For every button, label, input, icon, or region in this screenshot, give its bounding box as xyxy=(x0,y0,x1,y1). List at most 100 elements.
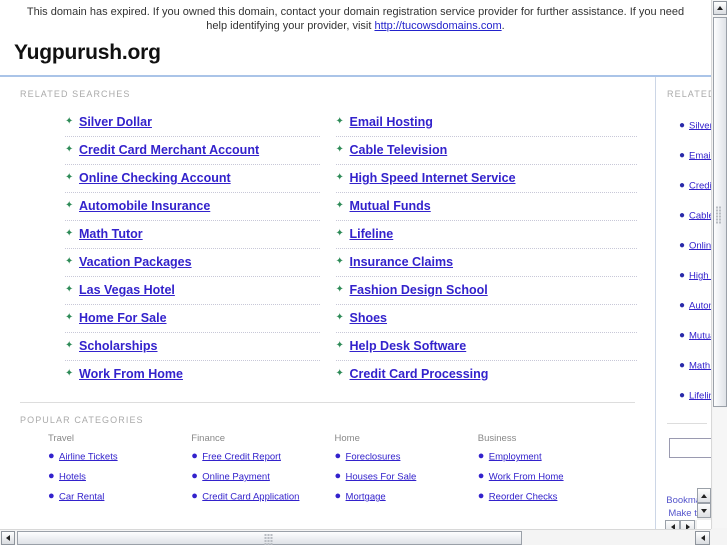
sidebar-related-item[interactable]: ●Credit Card Merchant Account xyxy=(679,171,711,201)
sidebar-related-item[interactable]: ●Email Hosting xyxy=(679,141,711,171)
related-search-item[interactable]: ✦ Math Tutor xyxy=(65,221,320,249)
vertical-scrollbar-track[interactable] xyxy=(713,408,727,528)
sidebar-related-link[interactable]: Online Checking Account xyxy=(689,240,711,251)
sidebar-related-link[interactable]: Mutual Funds xyxy=(689,330,711,341)
related-search-item[interactable]: ✦ Home For Sale xyxy=(65,305,320,333)
related-search-link[interactable]: Help Desk Software xyxy=(350,339,467,353)
sidebar-scroll-left-button[interactable] xyxy=(665,520,680,529)
related-search-link[interactable]: Credit Card Merchant Account xyxy=(79,143,259,157)
sidebar-related-item[interactable]: ●Silver Dollar xyxy=(679,111,711,141)
category-item[interactable]: ● Online Payment xyxy=(191,467,334,487)
related-search-item[interactable]: ✦ Lifeline xyxy=(335,221,637,249)
sidebar-frame-vertical-scrollbar[interactable] xyxy=(697,488,711,520)
related-search-item[interactable]: ✦ Cable Television xyxy=(335,137,637,165)
related-search-item[interactable]: ✦ Help Desk Software xyxy=(335,333,637,361)
sidebar-related-link[interactable]: Math Tutor xyxy=(689,360,711,371)
related-search-item[interactable]: ✦ Las Vegas Hotel xyxy=(65,277,320,305)
sidebar-related-item[interactable]: ●High Speed Internet Service xyxy=(679,261,711,291)
horizontal-scrollbar[interactable] xyxy=(0,529,727,545)
related-search-item[interactable]: ✦ High Speed Internet Service xyxy=(335,165,637,193)
related-search-link[interactable]: Online Checking Account xyxy=(79,171,231,185)
category-link[interactable]: Airline Tickets xyxy=(59,451,118,462)
related-search-item[interactable]: ✦ Insurance Claims xyxy=(335,249,637,277)
related-search-link[interactable]: Work From Home xyxy=(79,367,183,381)
sidebar-related-item[interactable]: ●Math Tutor xyxy=(679,351,711,381)
category-item[interactable]: ● Free Credit Report xyxy=(191,447,334,467)
sidebar-scroll-down-button[interactable] xyxy=(697,503,711,518)
related-search-item[interactable]: ✦ Shoes xyxy=(335,305,637,333)
category-item[interactable]: ● Foreclosures xyxy=(335,447,478,467)
related-search-item[interactable]: ✦ Credit Card Merchant Account xyxy=(65,137,320,165)
related-search-link[interactable]: Automobile Insurance xyxy=(79,199,210,213)
category-link[interactable]: Foreclosures xyxy=(346,451,401,462)
related-search-link[interactable]: Mutual Funds xyxy=(350,199,431,213)
related-search-link[interactable]: Shoes xyxy=(350,311,388,325)
sidebar-related-link[interactable]: Cable Television xyxy=(689,210,711,221)
horizontal-scrollbar-thumb[interactable] xyxy=(17,531,522,545)
related-search-item[interactable]: ✦ Silver Dollar xyxy=(65,109,320,137)
related-search-link[interactable]: Insurance Claims xyxy=(350,255,454,269)
sidebar-related-link[interactable]: Lifeline xyxy=(689,390,711,401)
related-search-link[interactable]: Silver Dollar xyxy=(79,115,152,129)
related-search-link[interactable]: Las Vegas Hotel xyxy=(79,283,175,297)
sidebar-related-link[interactable]: Automobile Insurance xyxy=(689,300,711,311)
category-item[interactable]: ● Reorder Checks xyxy=(478,487,621,507)
related-search-item[interactable]: ✦ Fashion Design School xyxy=(335,277,637,305)
category-link[interactable]: Hotels xyxy=(59,471,86,482)
vertical-scrollbar-thumb[interactable] xyxy=(713,17,727,407)
category-link[interactable]: Employment xyxy=(489,451,542,462)
related-search-link[interactable]: Vacation Packages xyxy=(79,255,192,269)
scroll-up-button[interactable] xyxy=(713,1,727,15)
sidebar-related-item[interactable]: ●Cable Television xyxy=(679,201,711,231)
related-search-item[interactable]: ✦ Automobile Insurance xyxy=(65,193,320,221)
category-link[interactable]: Reorder Checks xyxy=(489,491,558,502)
related-search-link[interactable]: High Speed Internet Service xyxy=(350,171,516,185)
related-search-link[interactable]: Home For Sale xyxy=(79,311,167,325)
vertical-scrollbar[interactable] xyxy=(711,0,727,529)
related-search-item[interactable]: ✦ Credit Card Processing xyxy=(336,361,638,388)
sidebar-related-item[interactable]: ●Online Checking Account xyxy=(679,231,711,261)
scroll-left-button[interactable] xyxy=(1,531,15,545)
sidebar-related-item[interactable]: ●Lifeline xyxy=(679,381,711,411)
category-link[interactable]: Free Credit Report xyxy=(202,451,281,462)
sidebar-search-input[interactable] xyxy=(669,438,711,458)
category-item[interactable]: ● Work From Home xyxy=(478,467,621,487)
sidebar-related-link[interactable]: High Speed Internet Service xyxy=(689,270,711,281)
related-search-link[interactable]: Cable Television xyxy=(350,143,448,157)
related-search-item[interactable]: ✦ Mutual Funds xyxy=(335,193,637,221)
scroll-left-button-secondary[interactable] xyxy=(695,531,710,545)
related-search-link[interactable]: Email Hosting xyxy=(350,115,433,129)
related-search-item[interactable]: ✦ Scholarships xyxy=(65,333,320,361)
category-link[interactable]: Work From Home xyxy=(489,471,564,482)
sidebar-scroll-right-button[interactable] xyxy=(680,520,695,529)
related-search-link[interactable]: Math Tutor xyxy=(79,227,143,241)
category-link[interactable]: Houses For Sale xyxy=(346,471,417,482)
category-item[interactable]: ● Credit Card Application xyxy=(191,487,334,507)
category-item[interactable]: ● Mortgage xyxy=(335,487,478,507)
sidebar-related-link[interactable]: Email Hosting xyxy=(689,150,711,161)
sidebar-related-item[interactable]: ●Mutual Funds xyxy=(679,321,711,351)
category-item[interactable]: ● Airline Tickets xyxy=(48,447,191,467)
category-link[interactable]: Mortgage xyxy=(346,491,386,502)
related-search-item[interactable]: ✦ Online Checking Account xyxy=(65,165,320,193)
related-search-item[interactable]: ✦ Vacation Packages xyxy=(65,249,320,277)
sidebar-related-link[interactable]: Silver Dollar xyxy=(689,120,711,131)
category-item[interactable]: ● Houses For Sale xyxy=(335,467,478,487)
related-search-link[interactable]: Fashion Design School xyxy=(350,283,488,297)
related-search-link[interactable]: Credit Card Processing xyxy=(350,367,489,381)
category-item[interactable]: ● Car Rental xyxy=(48,487,191,507)
category-link[interactable]: Online Payment xyxy=(202,471,270,482)
related-search-link[interactable]: Lifeline xyxy=(350,227,394,241)
sidebar-related-item[interactable]: ●Automobile Insurance xyxy=(679,291,711,321)
sidebar-frame-horizontal-scrollbar[interactable] xyxy=(665,520,697,529)
sidebar-scroll-up-button[interactable] xyxy=(697,488,711,503)
category-link[interactable]: Car Rental xyxy=(59,491,104,502)
category-link[interactable]: Credit Card Application xyxy=(202,491,299,502)
related-search-item[interactable]: ✦ Email Hosting xyxy=(335,109,637,137)
sidebar-related-link[interactable]: Credit Card Merchant Account xyxy=(689,180,711,191)
category-item[interactable]: ● Hotels xyxy=(48,467,191,487)
related-search-link[interactable]: Scholarships xyxy=(79,339,158,353)
related-search-item[interactable]: ✦ Work From Home xyxy=(65,361,320,388)
tucows-domains-link[interactable]: http://tucowsdomains.com xyxy=(374,20,501,32)
category-item[interactable]: ● Employment xyxy=(478,447,621,467)
